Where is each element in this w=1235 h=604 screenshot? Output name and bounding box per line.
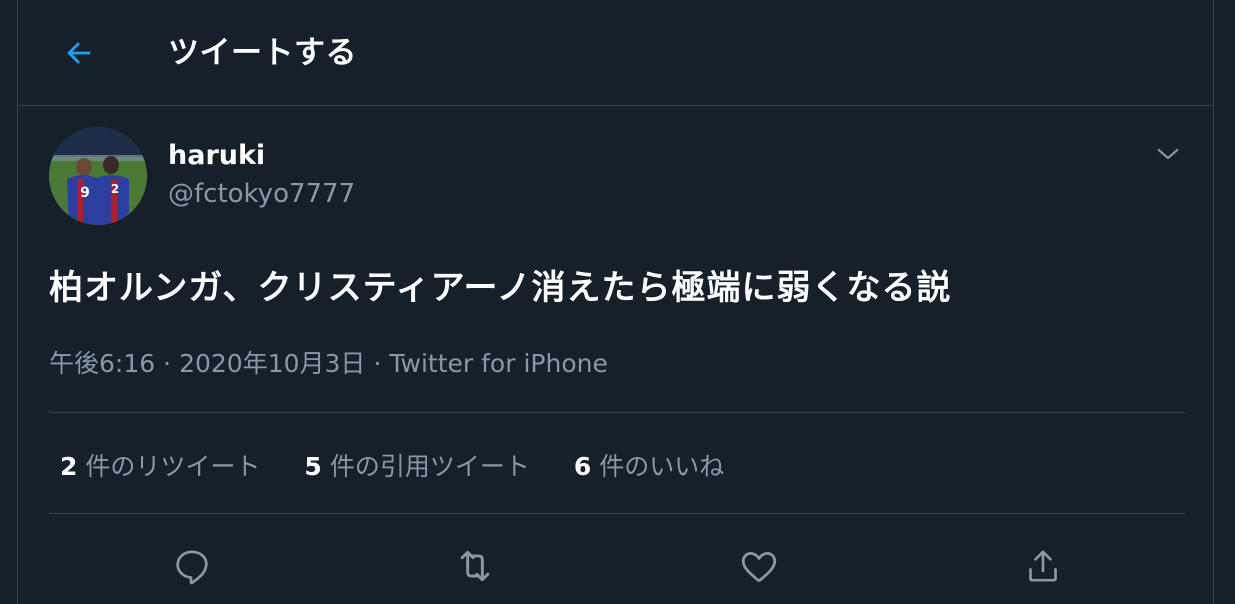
likes-stat[interactable]: 6 件のいいね bbox=[574, 447, 724, 483]
divider bbox=[49, 412, 1185, 413]
quote-tweets-label: 件の引用ツイート bbox=[329, 452, 530, 481]
tweet-action-bar bbox=[18, 538, 1213, 594]
author-handle[interactable]: @fctokyo7777 bbox=[168, 176, 355, 212]
like-button[interactable] bbox=[731, 538, 787, 594]
tweet-source[interactable]: Twitter for iPhone bbox=[389, 349, 607, 378]
retweets-count: 2 bbox=[60, 452, 78, 481]
retweet-button[interactable] bbox=[447, 538, 503, 594]
avatar-image: 9 2 bbox=[49, 127, 147, 225]
author-display-name[interactable]: haruki bbox=[168, 138, 265, 174]
tweet-date[interactable]: 2020年10月3日 bbox=[179, 349, 365, 378]
tweet-meta: 午後6:16 · 2020年10月3日 · Twitter for iPhone bbox=[49, 344, 608, 384]
chevron-down-icon bbox=[1157, 148, 1179, 160]
more-options-button[interactable] bbox=[1150, 136, 1186, 172]
page-header: ツイートする bbox=[18, 0, 1213, 106]
avatar-jersey-number-right: 2 bbox=[111, 182, 119, 196]
tweet-time[interactable]: 午後6:16 bbox=[49, 349, 155, 378]
meta-separator: · bbox=[163, 349, 172, 378]
back-button[interactable] bbox=[56, 30, 102, 76]
likes-count: 6 bbox=[573, 452, 592, 481]
tweet-detail-column: ツイートする 9 2 haruki @fctokyo7777 柏オルンガ、クリス… bbox=[17, 0, 1214, 604]
quote-tweets-count: 5 bbox=[304, 452, 322, 481]
tweet-text: 柏オルンガ、クリスティアーノ消えたら極端に弱くなる説 bbox=[49, 268, 952, 308]
avatar[interactable]: 9 2 bbox=[49, 127, 147, 225]
reply-icon bbox=[176, 550, 208, 585]
share-icon bbox=[1029, 550, 1057, 582]
retweets-label: 件のリツイート bbox=[85, 452, 261, 481]
avatar-jersey-number-left: 9 bbox=[80, 185, 90, 201]
like-heart-icon bbox=[741, 552, 777, 582]
arrow-left-icon bbox=[67, 42, 91, 64]
reply-button[interactable] bbox=[164, 538, 220, 594]
page-title: ツイートする bbox=[168, 35, 357, 71]
quote-tweets-stat[interactable]: 5 件の引用ツイート bbox=[304, 447, 529, 483]
retweet-icon bbox=[460, 550, 490, 582]
meta-separator: · bbox=[373, 349, 382, 378]
divider bbox=[49, 513, 1185, 514]
share-button[interactable] bbox=[1015, 538, 1071, 594]
retweets-stat[interactable]: 2 件のリツイート bbox=[60, 447, 260, 483]
likes-label: 件のいいね bbox=[599, 452, 725, 481]
tweet-stats: 2 件のリツイート 5 件の引用ツイート 6 件のいいね bbox=[60, 444, 768, 486]
